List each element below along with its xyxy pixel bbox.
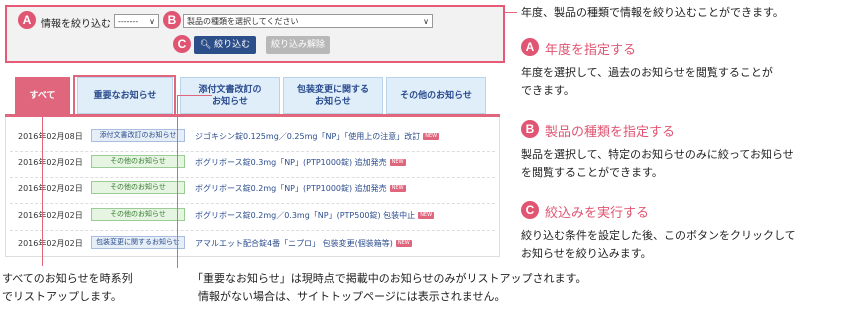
row-separator xyxy=(10,177,495,179)
top-note: 年度、製品の種類で情報を絞り込むことができます。 xyxy=(521,6,784,19)
caption-all-1: すべてのお知らせを時系列 xyxy=(2,272,133,285)
tab-important[interactable]: 重要なお知らせ xyxy=(77,77,173,114)
new-badge: NEW xyxy=(389,185,406,192)
news-date: 2016年02月02日 xyxy=(18,239,83,248)
row-separator xyxy=(10,203,495,205)
news-title-text: ボグリボース錠0.2mg「NP」(PTP1000錠) 追加発売 xyxy=(195,184,387,193)
news-title[interactable]: ボグリボース錠0.2mg「NP」(PTP1000錠) 追加発売 NEW xyxy=(195,183,406,194)
guide-line xyxy=(505,12,517,13)
news-title-text: アマルエット配合錠4番「ニプロ」 包装変更(個装箱等) xyxy=(195,239,393,248)
news-title[interactable]: アマルエット配合錠4番「ニプロ」 包装変更(個装箱等) NEW xyxy=(195,238,412,249)
execute-desc-2: お知らせを絞り込みます。 xyxy=(521,247,652,260)
news-category: その他のお知らせ xyxy=(91,155,185,168)
marker-a: A xyxy=(18,11,36,29)
tab-other[interactable]: その他のお知らせ xyxy=(386,77,486,114)
news-title-text: ボグリボース錠0.3mg「NP」(PTP1000錠) 追加発売 xyxy=(195,158,387,167)
new-badge: NEW xyxy=(418,212,435,219)
tab-packaging-change[interactable]: 包装変更に関する お知らせ xyxy=(283,77,383,114)
news-category: 包装変更に関するお知らせ xyxy=(91,236,185,249)
marker-c: C xyxy=(173,35,191,53)
product-desc-2: を閲覧することができます。 xyxy=(521,166,663,179)
year-desc-1: 年度を選択して、過去のお知らせを閲覧することが xyxy=(521,66,773,79)
product-select-value: 製品の種類を選択してください xyxy=(187,17,299,26)
news-title[interactable]: ジゴキシン錠0.125mg／0.25mg「NP」「使用上の注意」改訂 NEW xyxy=(195,131,440,142)
news-date: 2016年02月02日 xyxy=(18,211,83,220)
product-desc-1: 製品を選択して、特定のお知らせのみに絞ってお知らせ xyxy=(521,148,794,161)
news-title[interactable]: ボグリボース錠0.2mg／0.3mg「NP」(PTP500錠) 包装中止 NEW xyxy=(195,210,435,221)
year-desc-2: できます。 xyxy=(521,84,575,97)
news-title-text: ボグリボース錠0.2mg／0.3mg「NP」(PTP500錠) 包装中止 xyxy=(195,211,416,220)
execute-desc-1: 絞り込む条件を設定した後、このボタンをクリックして xyxy=(521,229,796,242)
guide-line-important xyxy=(177,96,178,268)
news-category: 添付文書改訂のお知らせ xyxy=(91,129,185,142)
marker-a: A xyxy=(521,38,539,56)
heading-execute: 絞込みを実行する xyxy=(545,206,650,221)
caption-important-2: 情報がない場合は、サイトトップページには表示されません。 xyxy=(198,290,506,303)
search-icon: 🔍︎ xyxy=(199,40,212,50)
row-separator xyxy=(10,230,495,232)
marker-b: B xyxy=(163,11,181,29)
heading-product: 製品の種類を指定する xyxy=(545,125,676,140)
year-select[interactable]: ------- ∨ xyxy=(114,14,159,28)
news-date: 2016年02月02日 xyxy=(18,158,83,167)
tab-all[interactable]: すべて xyxy=(15,77,70,114)
marker-b: B xyxy=(521,120,539,138)
new-badge: NEW xyxy=(423,133,440,140)
caption-all-2: でリストアップします。 xyxy=(2,290,122,303)
news-date: 2016年02月02日 xyxy=(18,184,83,193)
news-category: その他のお知らせ xyxy=(91,181,185,194)
year-select-value: ------- xyxy=(118,17,139,26)
reset-button[interactable]: 絞り込み解除 xyxy=(266,36,330,54)
guide-line-important-h xyxy=(177,95,212,96)
chevron-down-icon: ∨ xyxy=(423,17,429,26)
new-badge: NEW xyxy=(395,240,412,247)
heading-year: 年度を指定する xyxy=(545,43,637,58)
news-category: その他のお知らせ xyxy=(91,208,185,221)
new-badge: NEW xyxy=(389,159,406,166)
row-separator xyxy=(10,151,495,153)
filter-label: 情報を絞り込む xyxy=(41,19,111,30)
news-date: 2016年02月08日 xyxy=(18,132,83,141)
news-title[interactable]: ボグリボース錠0.3mg「NP」(PTP1000錠) 追加発売 NEW xyxy=(195,157,406,168)
product-select[interactable]: 製品の種類を選択してください ∨ xyxy=(183,14,433,28)
chevron-down-icon: ∨ xyxy=(149,17,155,26)
narrow-button[interactable]: 🔍︎ 絞り込む xyxy=(194,36,256,54)
news-title-text: ジゴキシン錠0.125mg／0.25mg「NP」「使用上の注意」改訂 xyxy=(195,132,421,141)
caption-important-1: 「重要なお知らせ」は現時点で掲載中のお知らせのみがリストアップされます。 xyxy=(192,272,587,285)
narrow-button-label: 絞り込む xyxy=(214,40,251,50)
guide-line-all xyxy=(42,114,43,266)
marker-c: C xyxy=(521,201,539,219)
